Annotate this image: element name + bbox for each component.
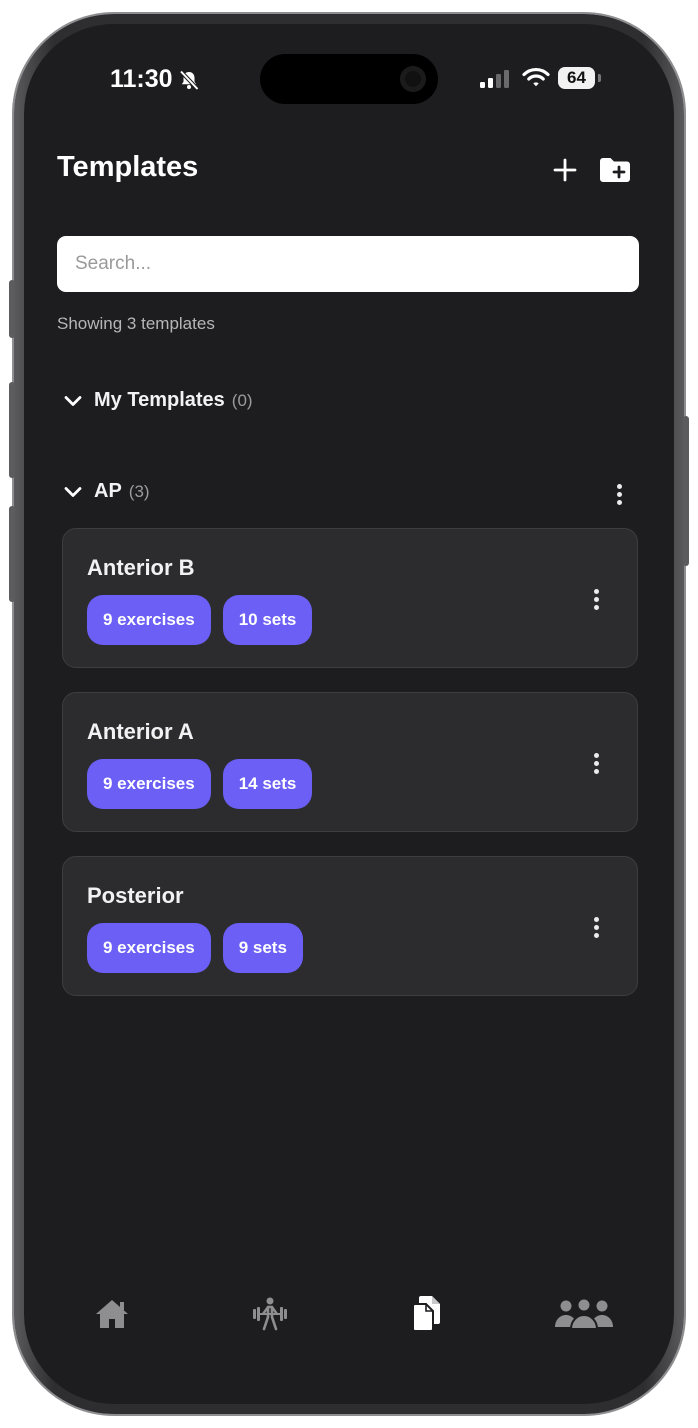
volume-down-button: [9, 506, 15, 602]
group-ap[interactable]: AP (3): [62, 480, 150, 503]
template-title: Posterior: [87, 883, 184, 908]
tab-home[interactable]: [82, 1289, 142, 1339]
sets-badge: 10 sets: [222, 595, 313, 645]
people-icon: [555, 1298, 613, 1330]
page-title: Templates: [57, 151, 199, 183]
group-more-button[interactable]: [604, 474, 634, 514]
search-input[interactable]: [57, 236, 639, 292]
template-stats: 9 exercises 10 sets: [87, 595, 313, 645]
action-button: [9, 280, 15, 338]
group-count: (3): [128, 481, 150, 501]
add-template-button[interactable]: [547, 152, 583, 188]
home-icon: [96, 1300, 128, 1328]
templates-count: Showing 3 templates: [57, 314, 215, 333]
front-camera: [400, 66, 426, 92]
folder-plus-icon: [600, 158, 630, 182]
template-title: Anterior B: [87, 555, 195, 580]
volume-up-button: [9, 382, 15, 478]
sets-badge: 9 sets: [222, 923, 303, 973]
more-vertical-icon: [616, 483, 622, 489]
group-title: AP: [94, 480, 122, 502]
group-my-templates[interactable]: My Templates (0): [62, 389, 253, 412]
template-stats: 9 exercises 9 sets: [87, 923, 303, 973]
weightlifter-icon: [253, 1297, 287, 1331]
group-count: (0): [231, 390, 253, 410]
more-vertical-icon: [593, 752, 599, 758]
template-more-button[interactable]: [581, 907, 611, 947]
wifi-icon: [522, 67, 550, 87]
power-button: [683, 416, 689, 566]
add-folder-button[interactable]: [597, 152, 633, 188]
tab-workout[interactable]: [240, 1289, 300, 1339]
group-title: My Templates: [94, 389, 225, 411]
template-more-button[interactable]: [581, 579, 611, 619]
app-screen: 11:30 64 Templates Showing 3 templates: [24, 24, 674, 1404]
dynamic-island: [260, 54, 438, 104]
chevron-down-icon: [64, 486, 82, 497]
more-vertical-icon: [593, 916, 599, 922]
sets-badge: 14 sets: [222, 759, 313, 809]
exercises-badge: 9 exercises: [87, 923, 211, 973]
battery-cap: [598, 74, 601, 82]
status-time: 11:30: [110, 65, 173, 93]
cellular-signal-icon: [480, 70, 509, 88]
tab-templates[interactable]: [397, 1289, 457, 1339]
template-more-button[interactable]: [581, 743, 611, 783]
chevron-down-icon: [64, 395, 82, 406]
documents-icon: [412, 1296, 440, 1332]
template-card[interactable]: Posterior 9 exercises 9 sets: [62, 856, 638, 996]
battery-level: 64: [558, 67, 595, 89]
exercises-badge: 9 exercises: [87, 595, 211, 645]
exercises-badge: 9 exercises: [87, 759, 211, 809]
plus-icon: [553, 158, 577, 182]
template-card[interactable]: Anterior B 9 exercises 10 sets: [62, 528, 638, 668]
tab-community[interactable]: [554, 1289, 614, 1339]
template-card[interactable]: Anterior A 9 exercises 14 sets: [62, 692, 638, 832]
tab-bar: [24, 1289, 674, 1349]
bell-slash-icon: [179, 70, 199, 91]
more-vertical-icon: [593, 588, 599, 594]
template-title: Anterior A: [87, 719, 194, 744]
template-stats: 9 exercises 14 sets: [87, 759, 313, 809]
